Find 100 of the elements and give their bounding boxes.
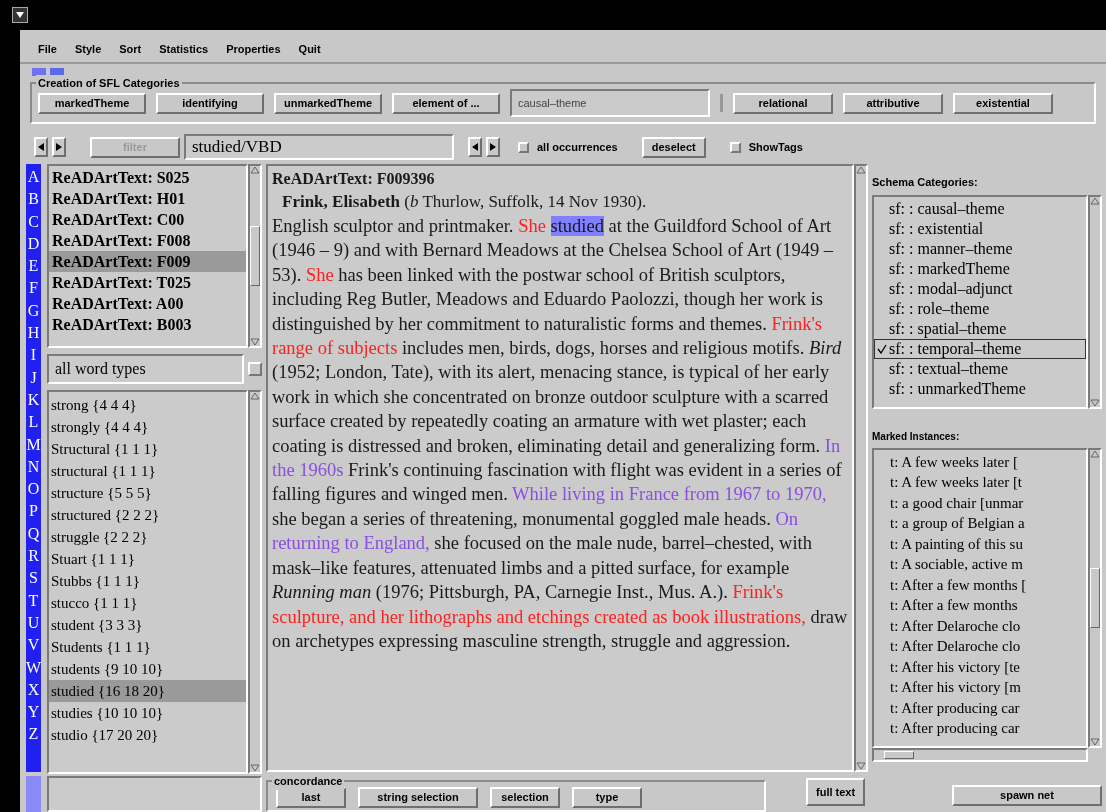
list-item[interactable]: strong {4 4 4} [49, 394, 246, 416]
list-item[interactable]: ReADArtText: A00 [49, 293, 246, 314]
scroll-up-icon[interactable] [1090, 196, 1100, 205]
schema-item[interactable]: sf: : textual–theme [874, 358, 1086, 379]
list-item[interactable]: stucco {1 1 1} [49, 592, 246, 614]
instance-item[interactable]: t: A painting of this su [874, 533, 1086, 554]
tool-icon[interactable] [32, 68, 46, 76]
category-field[interactable]: causal–theme [510, 89, 710, 117]
menu-item[interactable]: Statistics [159, 40, 209, 58]
dropdown-toggle[interactable] [248, 362, 262, 376]
menu-item[interactable]: Quit [298, 40, 321, 58]
menu-item[interactable]: Sort [119, 40, 142, 58]
scrollbar[interactable] [248, 164, 262, 348]
schema-item[interactable]: sf: : causal–theme [874, 198, 1086, 219]
index-letter[interactable]: Q [27, 522, 40, 546]
index-letter[interactable]: V [27, 634, 40, 657]
index-letter[interactable]: E [28, 255, 39, 278]
schema-item[interactable]: sf: : modal–adjunct [874, 278, 1086, 299]
scroll-thumb[interactable] [884, 750, 914, 759]
scroll-up-icon[interactable] [250, 392, 260, 400]
index-letter[interactable]: Y [27, 701, 40, 724]
index-letter[interactable]: S [29, 567, 38, 590]
scroll-down-icon[interactable] [1090, 737, 1100, 746]
menu-item[interactable]: File [38, 40, 57, 58]
schema-item[interactable]: sf: : role–theme [874, 298, 1086, 319]
scroll-thumb[interactable] [1090, 567, 1100, 628]
index-letter[interactable]: L [28, 411, 39, 434]
instance-item[interactable]: t: After Delaroche clo [874, 636, 1086, 657]
index-letter[interactable]: M [26, 433, 41, 456]
list-item[interactable]: Structural {1 1 1} [49, 438, 246, 460]
index-letter[interactable]: K [27, 388, 40, 412]
spawn-net-button[interactable]: spawn net [952, 785, 1102, 806]
scrollbar[interactable] [854, 164, 868, 772]
category-button[interactable]: element of ... [392, 92, 500, 114]
menu-item[interactable]: Properties [226, 40, 281, 58]
category-button[interactable]: identifying [156, 92, 264, 114]
index-letter[interactable]: N [27, 455, 40, 479]
status-field[interactable] [47, 776, 262, 812]
instance-item[interactable]: t: After Delaroche clo [874, 615, 1086, 636]
list-item[interactable]: studies {10 10 10} [49, 702, 246, 724]
list-item[interactable]: studio {17 20 20} [49, 724, 246, 746]
list-item[interactable]: students {9 10 10} [49, 658, 246, 680]
checkbox[interactable] [729, 141, 741, 153]
index-letter[interactable]: Z [28, 723, 39, 746]
instance-item[interactable]: t: A sociable, active m [874, 554, 1086, 575]
index-letter[interactable]: P [29, 500, 38, 523]
concordance-button[interactable]: type [572, 787, 642, 808]
concordance-button[interactable]: string selection [358, 787, 478, 808]
next-button[interactable] [486, 137, 500, 157]
list-item[interactable]: ReADArtText: S025 [49, 167, 246, 188]
list-item[interactable]: structural {1 1 1} [49, 460, 246, 482]
scrollbar[interactable] [248, 390, 262, 774]
instance-item[interactable]: t: After his victory [te [874, 656, 1086, 677]
concordance-button[interactable]: selection [490, 787, 560, 808]
list-item[interactable]: ReADArtText: B003 [49, 314, 246, 335]
list-item[interactable]: student {3 3 3} [49, 614, 246, 636]
index-letter[interactable]: W [25, 656, 42, 679]
scroll-down-icon[interactable] [856, 762, 866, 770]
previous-button[interactable] [34, 137, 48, 157]
query-field[interactable]: studied/VBD [184, 134, 454, 160]
index-letter[interactable]: C [28, 210, 39, 233]
index-letter[interactable]: I [30, 344, 37, 367]
instance-item[interactable]: t: A few weeks later [ [874, 451, 1086, 472]
schema-item[interactable]: sf: : markedTheme [874, 258, 1086, 279]
category-button[interactable]: markedTheme [38, 92, 146, 114]
scroll-down-icon[interactable] [250, 764, 260, 772]
list-item[interactable]: studied {16 18 20} [49, 680, 246, 702]
deselect-button[interactable]: deselect [641, 136, 706, 158]
category-button[interactable]: existential [953, 92, 1053, 114]
scroll-up-icon[interactable] [856, 166, 866, 174]
instance-item[interactable]: t: After a few months [874, 595, 1086, 616]
scroll-down-icon[interactable] [1090, 398, 1100, 407]
list-item[interactable]: Students {1 1 1} [49, 636, 246, 658]
instance-item[interactable]: t: After producing car [874, 697, 1086, 718]
instance-item[interactable]: t: a good chair [unmar [874, 492, 1086, 513]
list-item[interactable]: structure {5 5 5} [49, 482, 246, 504]
index-letter[interactable]: G [27, 299, 40, 323]
index-letter[interactable]: B [28, 188, 39, 211]
category-button[interactable]: relational [733, 92, 833, 114]
index-letter[interactable]: D [27, 232, 40, 256]
index-letter[interactable]: R [28, 545, 39, 568]
list-item[interactable]: structured {2 2 2} [49, 504, 246, 526]
scrollbar[interactable] [1088, 194, 1102, 409]
list-item[interactable]: Stuart {1 1 1} [49, 548, 246, 570]
index-letter[interactable]: F [29, 277, 38, 300]
list-item[interactable]: ReADArtText: T025 [49, 272, 246, 293]
index-letter[interactable]: U [27, 611, 40, 635]
word-type-dropdown[interactable]: all word types [47, 354, 244, 384]
schema-item[interactable]: sf: : temporal–theme [874, 338, 1086, 359]
window-menu-button[interactable] [12, 7, 28, 23]
scroll-up-icon[interactable] [1090, 449, 1100, 458]
index-letter[interactable]: J [30, 366, 37, 389]
list-item[interactable]: strongly {4 4 4} [49, 416, 246, 438]
list-item[interactable]: ReADArtText: C00 [49, 209, 246, 230]
scrollbar[interactable] [1088, 447, 1102, 748]
menu-item[interactable]: Style [74, 40, 102, 58]
schema-item[interactable]: sf: : spatial–theme [874, 318, 1086, 339]
instance-item[interactable]: t: After his victory [m [874, 677, 1086, 698]
index-letter[interactable]: A [27, 166, 40, 189]
instance-item[interactable]: t: A few weeks later [t [874, 472, 1086, 493]
